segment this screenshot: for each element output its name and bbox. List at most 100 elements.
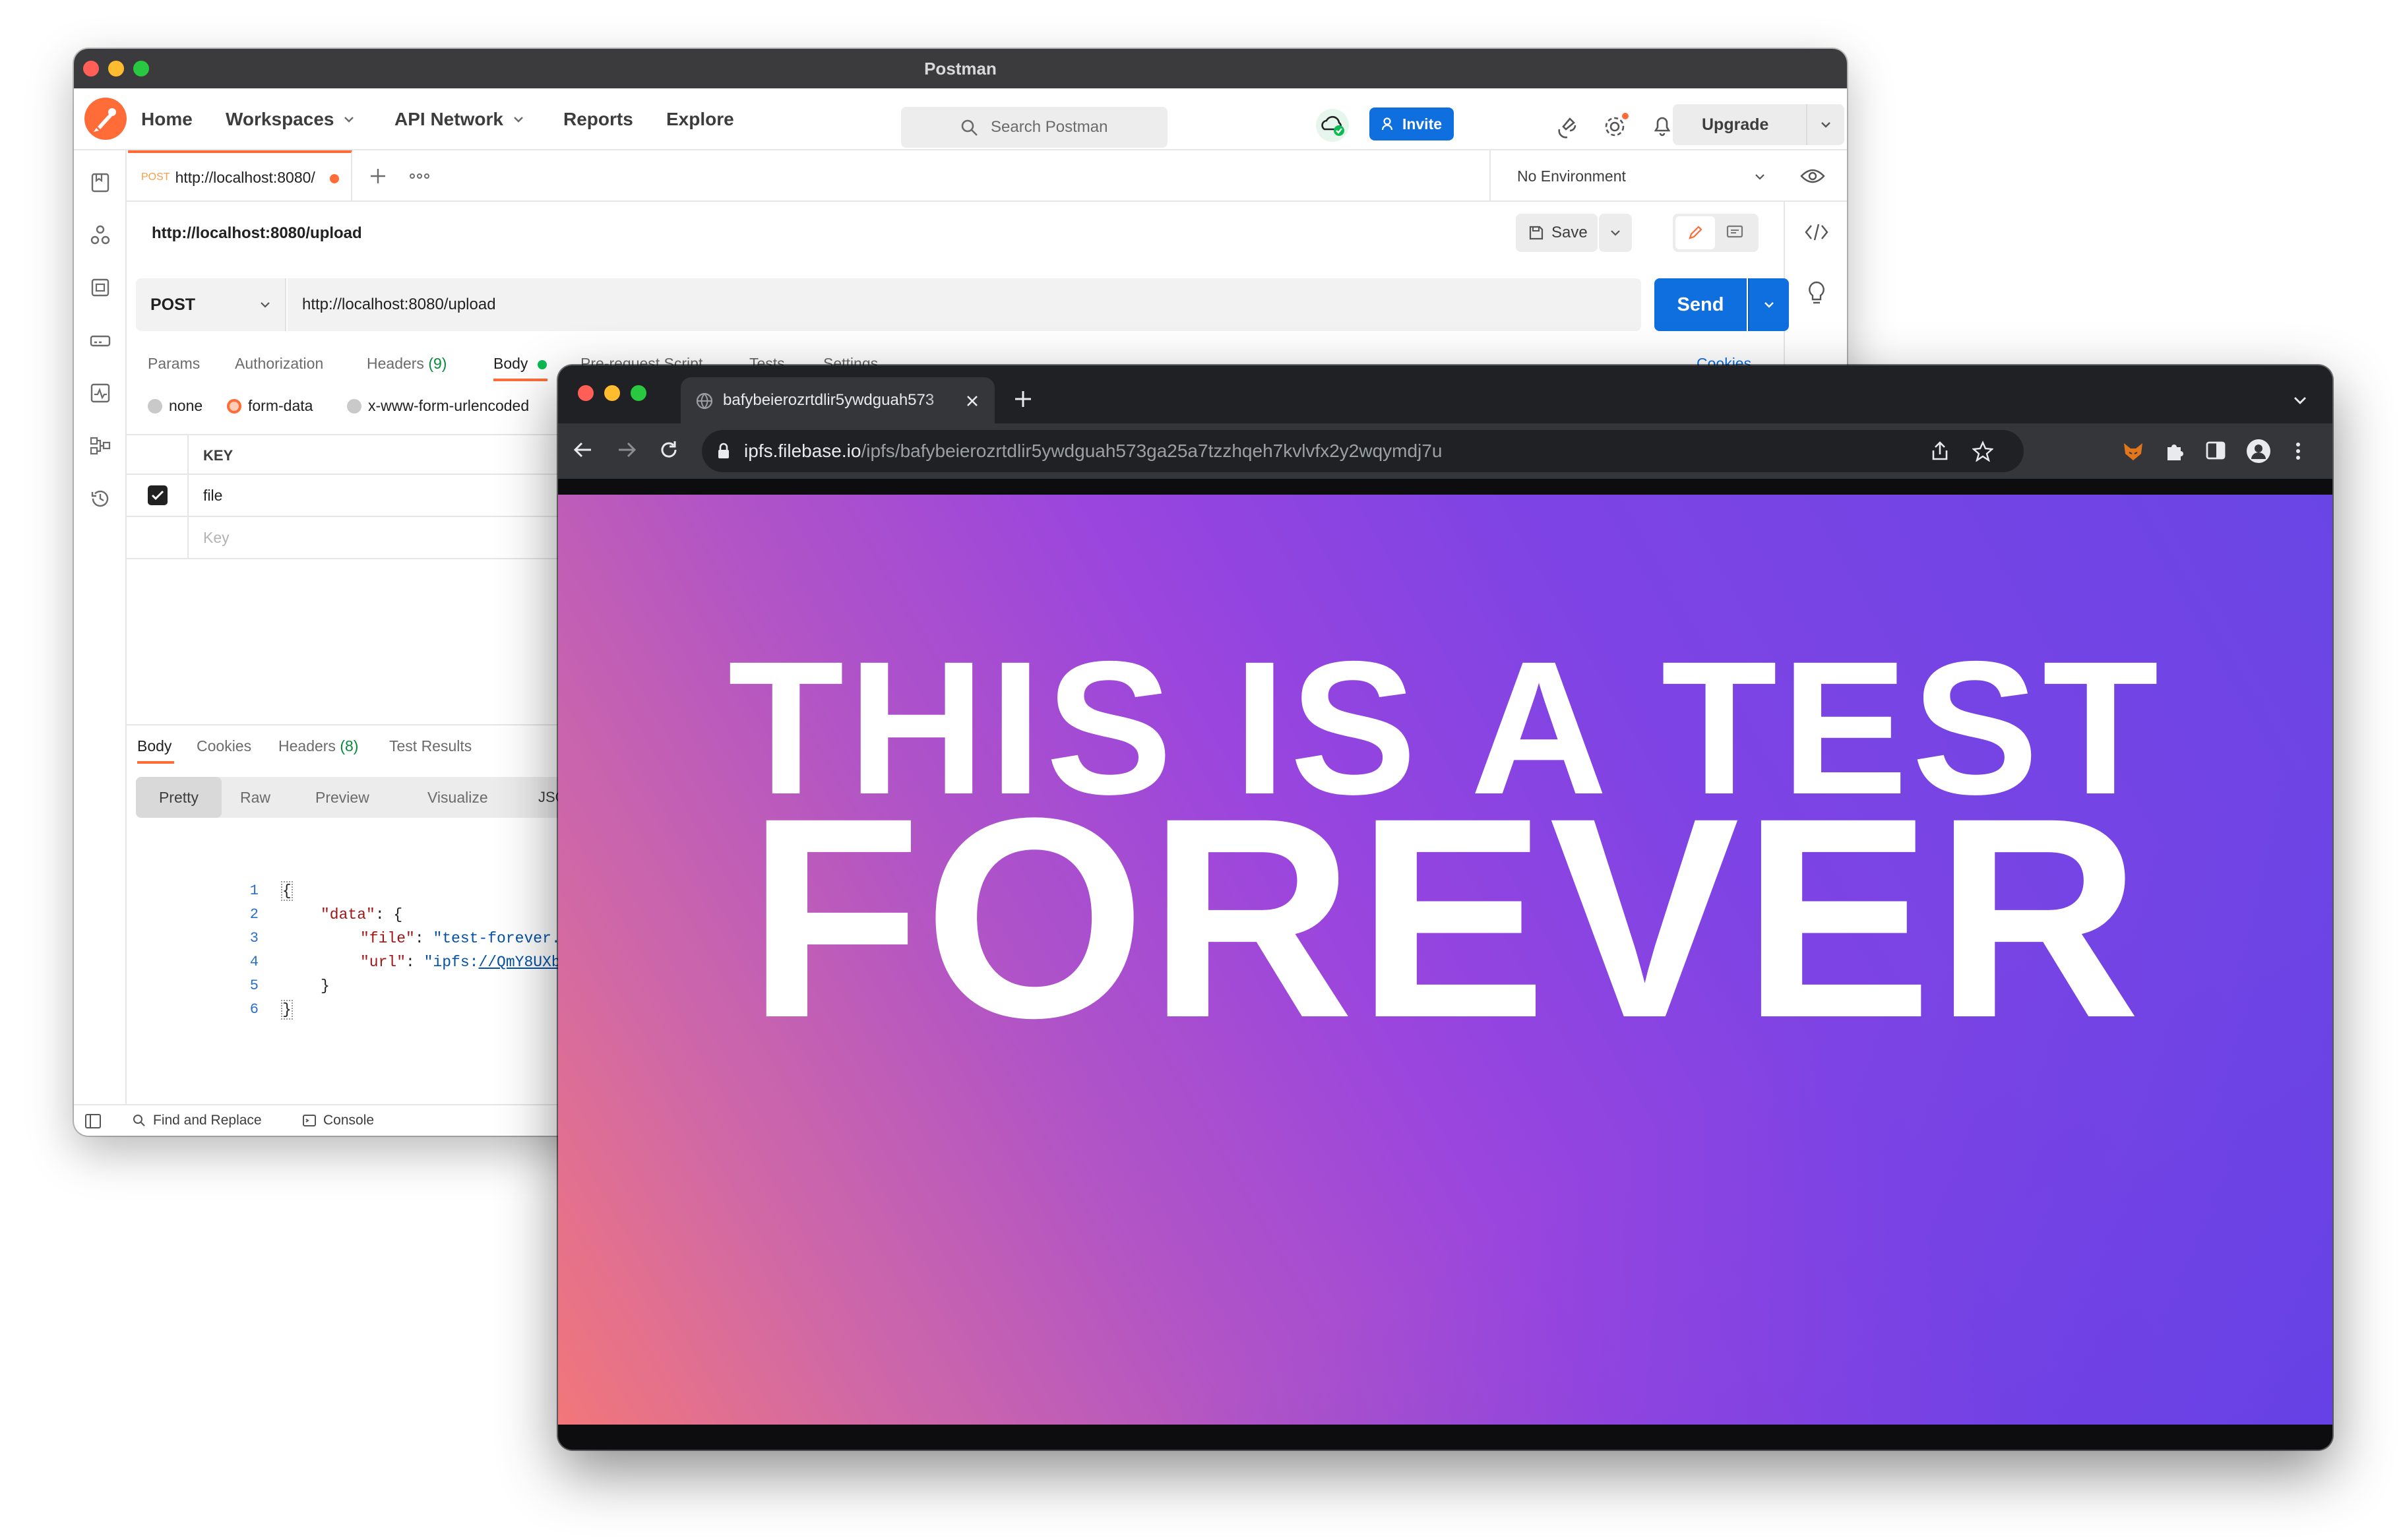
body-indicator-dot [537, 359, 547, 369]
radio-form-data[interactable]: form-data [227, 397, 313, 415]
history-icon[interactable] [88, 487, 112, 510]
request-tab-method: POST [141, 171, 170, 183]
code-key: "data" [321, 906, 375, 923]
nav-workspaces[interactable]: Workspaces [226, 88, 355, 150]
apis-icon[interactable] [88, 223, 112, 247]
new-tab-plus-icon[interactable] [368, 166, 388, 186]
send-button[interactable]: Send [1654, 278, 1747, 331]
upgrade-menu-button[interactable] [1806, 104, 1844, 145]
url-input[interactable]: http://localhost:8080/upload [288, 278, 1641, 331]
notification-bell-icon[interactable] [1649, 112, 1675, 139]
browser-toolbar: ipfs.filebase.io/ipfs/bafybeierozrtdlir5… [558, 423, 2332, 479]
collections-icon[interactable] [88, 170, 112, 194]
flows-icon[interactable] [88, 434, 112, 458]
kebab-menu-icon[interactable] [2292, 439, 2305, 463]
resp-tab-body[interactable]: Body [137, 737, 172, 755]
eye-icon[interactable] [1799, 165, 1826, 187]
row-checkbox[interactable] [148, 485, 168, 505]
side-panel-icon[interactable] [2204, 439, 2227, 462]
page-bottom-band [558, 1425, 2332, 1450]
profile-person-icon [2251, 445, 2266, 459]
fox-extension-icon[interactable] [2121, 439, 2145, 463]
bookmark-star-icon[interactable] [1972, 441, 1993, 462]
resp-tab-test-results[interactable]: Test Results [389, 737, 472, 755]
invite-button[interactable]: Invite [1369, 108, 1454, 140]
chevron-down-icon [1755, 174, 1764, 180]
save-label: Save [1551, 224, 1588, 241]
share-icon[interactable] [1930, 441, 1950, 462]
lightbulb-icon[interactable] [1805, 280, 1828, 306]
reload-icon[interactable] [657, 438, 681, 462]
mock-servers-icon[interactable] [88, 328, 112, 352]
environments-icon[interactable] [88, 276, 112, 299]
save-button[interactable]: Save [1516, 214, 1598, 252]
radio-none[interactable]: none [148, 397, 203, 415]
maximize-window-button[interactable] [631, 385, 646, 401]
request-name[interactable]: http://localhost:8080/upload [152, 224, 362, 243]
save-options-button[interactable] [1599, 214, 1632, 252]
find-replace-button[interactable]: Find and Replace [132, 1105, 262, 1136]
row-key[interactable]: file [203, 487, 222, 505]
nav-home[interactable]: Home [141, 88, 193, 150]
back-arrow-icon[interactable] [571, 438, 595, 462]
close-window-button[interactable] [578, 385, 594, 401]
code-key: "file" [360, 930, 415, 947]
resp-tab-headers[interactable]: Headers (8) [278, 737, 358, 755]
key-placeholder[interactable]: Key [203, 529, 230, 547]
chevron-down-icon [344, 117, 354, 123]
new-tab-plus-icon[interactable] [1012, 388, 1034, 410]
postman-logo[interactable] [84, 98, 127, 140]
view-pretty[interactable]: Pretty [136, 777, 222, 818]
profile-avatar[interactable] [2247, 439, 2270, 463]
method-select[interactable]: POST [136, 278, 286, 331]
close-window-button[interactable] [83, 61, 99, 77]
monitors-icon[interactable] [88, 381, 112, 405]
resp-tab-cookies[interactable]: Cookies [197, 737, 251, 755]
more-tabs-icon[interactable] [409, 170, 430, 182]
rocket-icon [94, 108, 116, 132]
nav-explore[interactable]: Explore [666, 88, 734, 150]
satellite-icon[interactable] [1554, 112, 1580, 139]
tab-params[interactable]: Params [148, 355, 200, 373]
address-bar[interactable]: ipfs.filebase.io/ipfs/bafybeierozrtdlir5… [702, 430, 2024, 472]
nav-reports[interactable]: Reports [563, 88, 633, 150]
tab-search-chevron-icon[interactable] [2292, 392, 2309, 409]
url-value: http://localhost:8080/upload [302, 295, 496, 313]
minimize-window-button[interactable] [108, 61, 124, 77]
active-tab-underline [493, 379, 547, 381]
send-options-button[interactable] [1748, 278, 1789, 331]
request-tab[interactable]: POST http://localhost:8080/ [128, 150, 352, 202]
cloud-sync-icon[interactable] [1315, 108, 1350, 142]
tab-authorization[interactable]: Authorization [235, 355, 323, 373]
view-preview[interactable]: Preview [315, 777, 369, 818]
upgrade-button[interactable]: Upgrade [1673, 104, 1814, 145]
tab-headers[interactable]: Headers (9) [367, 355, 447, 373]
edit-mode-button[interactable] [1675, 216, 1715, 249]
view-raw[interactable]: Raw [240, 777, 270, 818]
radio-urlencoded[interactable]: x-www-form-urlencoded [347, 397, 529, 415]
url-path: /ipfs/bafybeierozrtdlir5ywdguah573ga25a7… [861, 441, 1443, 461]
console-icon [303, 1115, 316, 1126]
environment-select[interactable]: No Environment [1489, 150, 1782, 202]
browser-tab[interactable]: bafybeierozrtdlir5ywdguah573 [681, 377, 995, 423]
search-postman-input[interactable]: Search Postman [901, 107, 1168, 148]
method-label: POST [150, 295, 196, 314]
forward-arrow-icon[interactable] [615, 438, 639, 462]
code-brace: } [281, 1000, 293, 1020]
console-button[interactable]: Console [302, 1105, 374, 1136]
view-visualize[interactable]: Visualize [427, 777, 488, 818]
extensions-puzzle-icon[interactable] [2164, 439, 2186, 462]
nav-api-network[interactable]: API Network [394, 88, 524, 150]
tab-body[interactable]: Body [493, 355, 547, 373]
code-icon[interactable] [1803, 220, 1830, 244]
comments-icon[interactable] [1726, 224, 1744, 241]
sidebar-toggle-icon[interactable] [84, 1113, 102, 1129]
close-tab-icon[interactable] [964, 393, 980, 409]
settings-gear-icon[interactable] [1602, 111, 1631, 140]
code-line: { [281, 881, 293, 906]
unsaved-dot [330, 174, 339, 183]
lock-icon[interactable] [716, 442, 731, 460]
maximize-window-button[interactable] [133, 61, 149, 77]
minimize-window-button[interactable] [604, 385, 620, 401]
line-number: 5 [249, 977, 259, 994]
